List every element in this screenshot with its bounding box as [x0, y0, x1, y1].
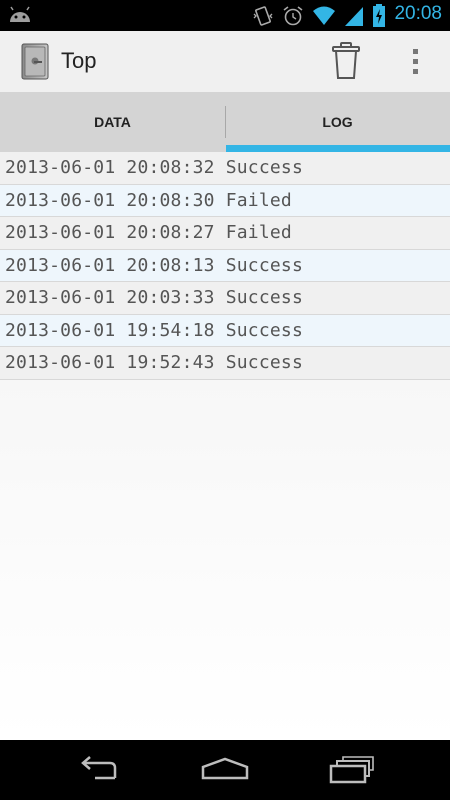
trash-button[interactable]	[328, 41, 364, 81]
log-entry[interactable]: 2013-06-01 20:03:33 Success	[0, 282, 450, 315]
wifi-icon	[312, 5, 336, 31]
log-entry[interactable]: 2013-06-01 20:08:27 Failed	[0, 217, 450, 250]
tab-selected-indicator	[226, 145, 450, 152]
alarm-icon	[282, 5, 304, 31]
log-entry[interactable]: 2013-06-01 20:08:13 Success	[0, 249, 450, 282]
signal-icon	[344, 5, 364, 31]
log-entry[interactable]: 2013-06-01 19:52:43 Success	[0, 347, 450, 380]
android-icon	[8, 6, 32, 28]
tab-data[interactable]: DATA	[0, 92, 225, 152]
recent-apps-button[interactable]	[327, 754, 377, 786]
log-entry[interactable]: 2013-06-01 19:54:18 Success	[0, 314, 450, 347]
overflow-menu-icon	[413, 49, 418, 74]
log-entry[interactable]: 2013-06-01 20:08:32 Success	[0, 152, 450, 185]
tab-bar: DATA LOG	[0, 92, 450, 153]
home-button[interactable]	[200, 754, 250, 786]
tab-log[interactable]: LOG	[225, 92, 450, 152]
recent-apps-icon	[329, 756, 374, 784]
safe-icon	[20, 43, 50, 85]
status-bar: 20:08	[0, 0, 450, 31]
home-icon	[201, 757, 249, 780]
overflow-menu-button[interactable]	[405, 43, 425, 79]
status-icons	[252, 4, 386, 32]
navigation-bar	[0, 740, 450, 800]
vibrate-icon	[252, 5, 274, 31]
status-clock: 20:08	[394, 3, 442, 24]
trash-icon	[332, 42, 360, 79]
back-button[interactable]	[75, 754, 125, 786]
log-list[interactable]: 2013-06-01 20:08:32 Success 2013-06-01 2…	[0, 152, 450, 740]
log-entry[interactable]: 2013-06-01 20:08:30 Failed	[0, 184, 450, 217]
battery-charging-icon	[372, 4, 386, 32]
back-icon	[81, 756, 117, 780]
app-title: Top	[61, 48, 97, 73]
action-bar: Top	[0, 31, 450, 93]
